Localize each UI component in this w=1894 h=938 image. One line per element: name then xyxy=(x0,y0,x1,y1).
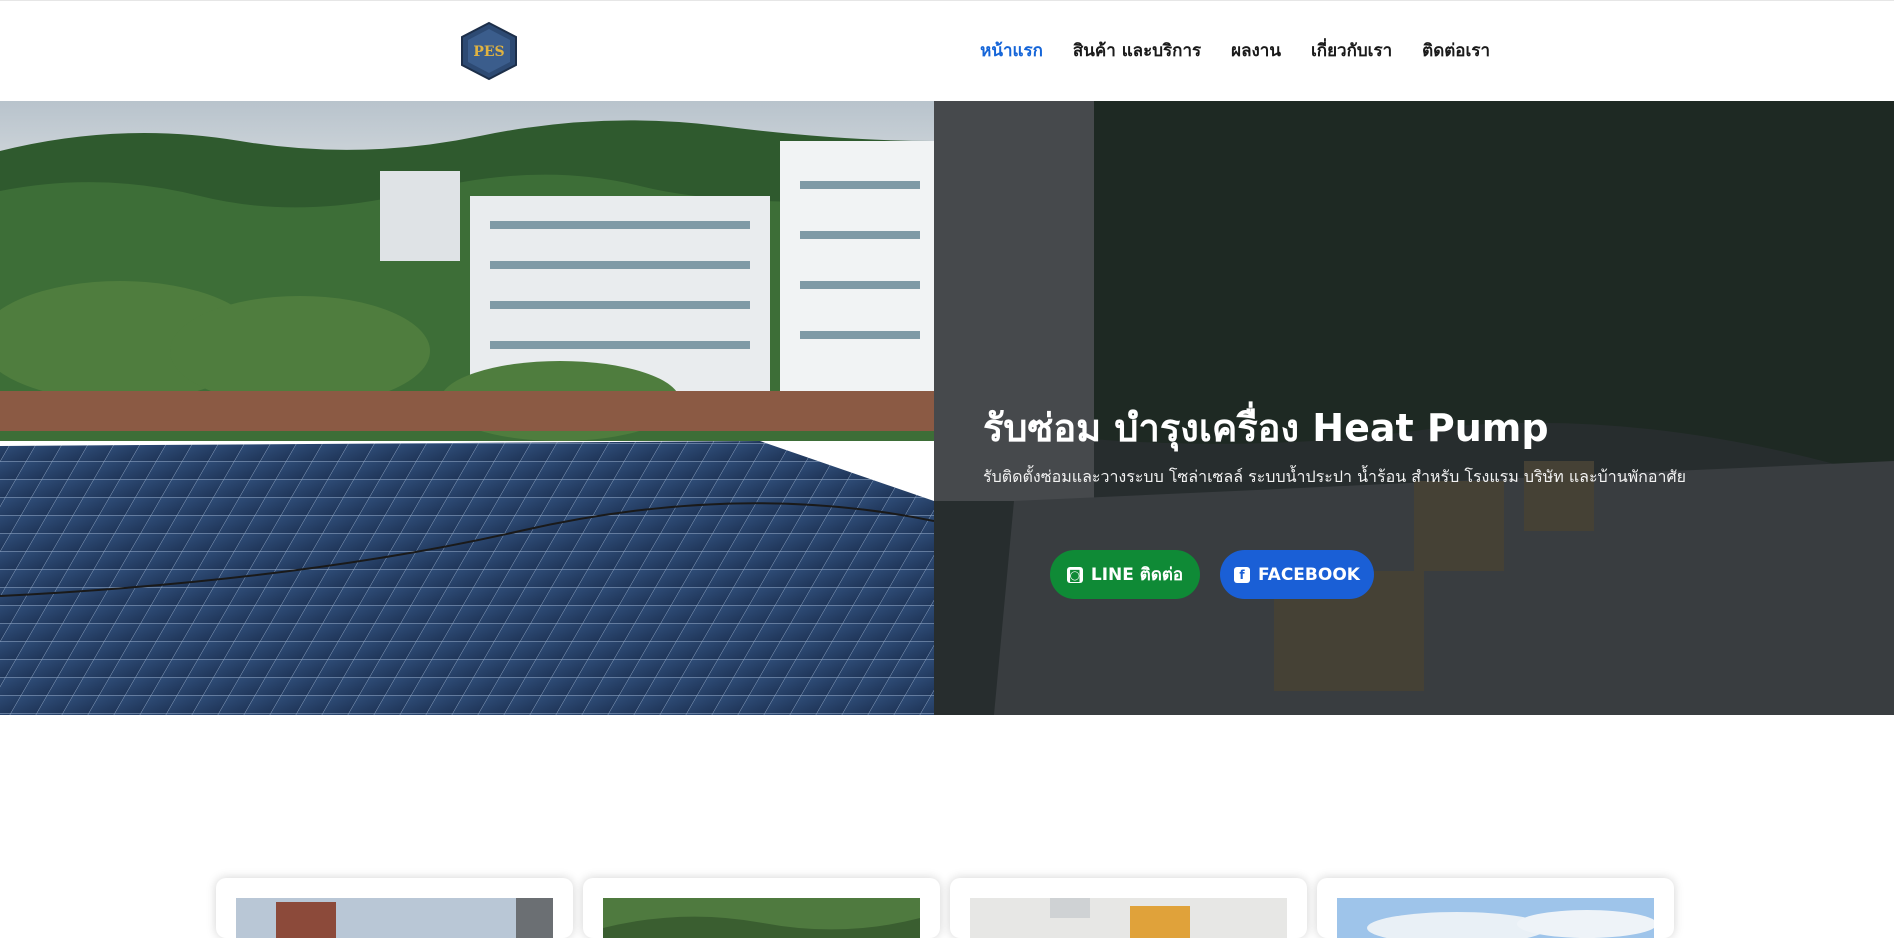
card-image xyxy=(603,898,920,938)
line-icon: ◙ xyxy=(1066,566,1083,583)
facebook-icon: f xyxy=(1234,566,1251,583)
line-button-label: LINE ติดต่อ xyxy=(1090,565,1184,585)
nav-home[interactable]: หน้าแรก xyxy=(980,37,1043,64)
pes-logo[interactable]: PES xyxy=(458,21,520,81)
card-image xyxy=(970,898,1287,938)
service-card[interactable] xyxy=(950,878,1307,938)
main-nav: หน้าแรก สินค้า และบริการ ผลงาน เกี่ยวกับ… xyxy=(980,37,1490,64)
solar-panels-image xyxy=(0,101,934,715)
nav-about[interactable]: เกี่ยวกับเรา xyxy=(1311,37,1392,64)
site-header: PES หน้าแรก สินค้า และบริการ ผลงาน เกี่ย… xyxy=(0,0,1894,101)
hero-section: รับซ่อม บำรุงเครื่อง Heat Pump รับติดตั้… xyxy=(0,101,1894,715)
svg-text:PES: PES xyxy=(473,44,504,60)
card-image xyxy=(236,898,553,938)
card-image xyxy=(1337,898,1654,938)
service-card[interactable] xyxy=(583,878,940,938)
hero-title: รับซ่อม บำรุงเครื่อง Heat Pump xyxy=(983,406,1549,450)
service-cards xyxy=(216,878,1674,938)
hero-subtitle: รับติดตั้งซ่อมและวางระบบ โซล่าเซลล์ ระบบ… xyxy=(983,467,1686,486)
facebook-button[interactable]: f FACEBOOK xyxy=(1220,550,1374,599)
nav-portfolio[interactable]: ผลงาน xyxy=(1231,37,1281,64)
nav-products-services[interactable]: สินค้า และบริการ xyxy=(1073,37,1201,64)
nav-contact[interactable]: ติดต่อเรา xyxy=(1422,37,1490,64)
service-card[interactable] xyxy=(1317,878,1674,938)
line-contact-button[interactable]: ◙ LINE ติดต่อ xyxy=(1050,550,1200,599)
service-card[interactable] xyxy=(216,878,573,938)
facebook-button-label: FACEBOOK xyxy=(1258,564,1360,585)
